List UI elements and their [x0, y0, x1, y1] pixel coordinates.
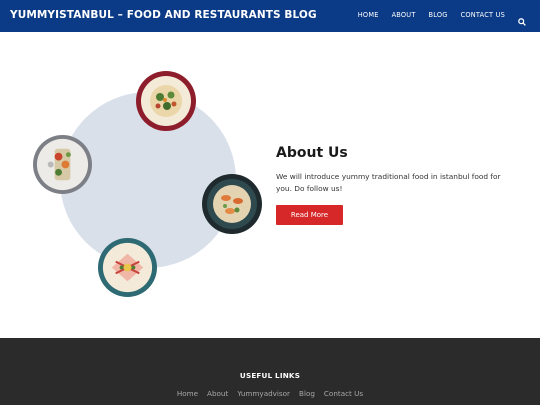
food-plate-image-1 [136, 71, 196, 131]
footer-link-contact-us[interactable]: Contact Us [324, 389, 363, 398]
site-title[interactable]: YUMMYISTANBUL – FOOD AND RESTAURANTS BLO… [10, 9, 317, 21]
food-plate-image-3 [202, 174, 262, 234]
nav-contact-us[interactable]: CONTACT US [461, 11, 505, 19]
footer-link-about[interactable]: About [207, 389, 228, 398]
main-nav: HOME ABOUT BLOG CONTACT US [358, 11, 526, 26]
nav-about[interactable]: ABOUT [392, 11, 416, 19]
footer-links: Home About Yummyadvisor Blog Contact Us [0, 389, 540, 398]
site-header: YUMMYISTANBUL – FOOD AND RESTAURANTS BLO… [0, 0, 540, 32]
footer-link-home[interactable]: Home [177, 389, 198, 398]
footer-link-yummyadvisor[interactable]: Yummyadvisor [237, 389, 290, 398]
footer-title: USEFUL LINKS [239, 371, 301, 380]
food-plate-image-4 [98, 238, 157, 297]
about-title: About Us [276, 145, 348, 161]
search-icon[interactable] [518, 11, 526, 26]
site-footer: USEFUL LINKS Home About Yummyadvisor Blo… [0, 338, 540, 405]
food-plate-image-2 [33, 135, 92, 194]
nav-home[interactable]: HOME [358, 11, 379, 19]
about-description: We will introduce yummy traditional food… [276, 172, 501, 193]
read-more-button[interactable]: Read More [276, 205, 343, 225]
footer-link-blog[interactable]: Blog [299, 389, 315, 398]
nav-blog[interactable]: BLOG [429, 11, 448, 19]
